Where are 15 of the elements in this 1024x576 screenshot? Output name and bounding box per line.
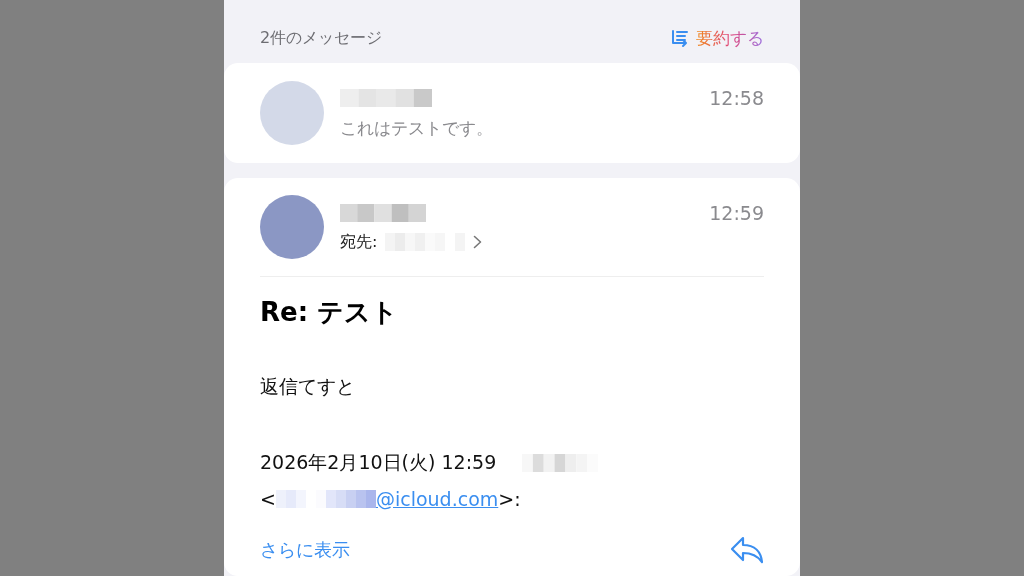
recipient-label: 宛先: — [340, 231, 378, 253]
show-more-link[interactable]: さらに表示 — [260, 538, 350, 562]
message-subject: Re: テスト — [260, 296, 400, 329]
message-time: 12:58 — [709, 86, 764, 109]
message-count: 2件のメッセージ — [260, 27, 383, 49]
message-body: 返信てすと — [260, 374, 356, 399]
reply-icon[interactable] — [730, 536, 764, 564]
email-link[interactable]: @icloud.com — [375, 488, 499, 510]
message-preview: これはテストです。 — [340, 116, 494, 140]
message-card[interactable]: 12:58 これはテストです。 — [224, 63, 800, 163]
message-time: 12:59 — [709, 201, 764, 224]
email-bracket: >: — [498, 488, 521, 510]
quote-date: 2026年2月10日(火) 12:59 — [260, 450, 497, 475]
email-bracket: < — [260, 488, 276, 510]
chevron-right-icon[interactable] — [473, 235, 483, 249]
